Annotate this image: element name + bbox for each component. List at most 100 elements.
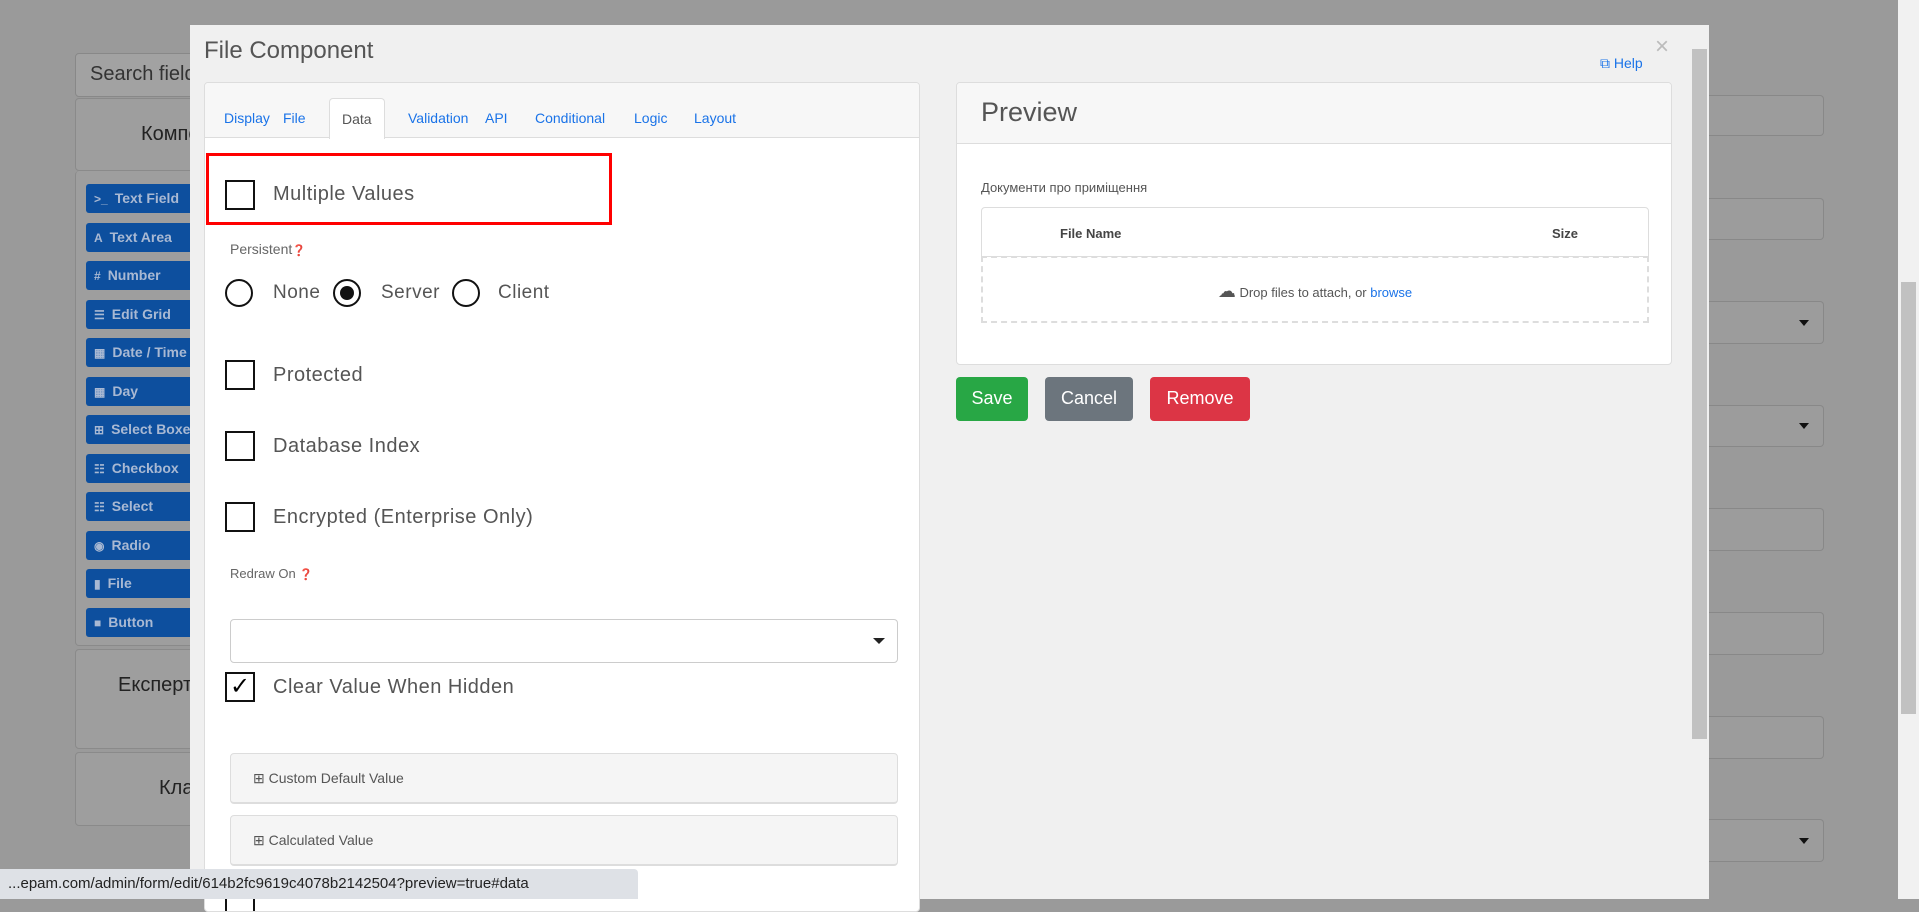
component-label: Checkbox (111, 459, 179, 476)
component-button: A Text Area (86, 222, 206, 252)
preview-panel: Preview Документи про приміщення File Na… (956, 82, 1672, 365)
plus-square-icon: ⊞ (94, 423, 105, 437)
persistent-none-label: None (273, 282, 321, 303)
th-list-icon: ☷ (94, 500, 105, 514)
clear-value-checkbox[interactable]: ✓ (225, 672, 255, 702)
close-button[interactable]: × (1655, 33, 1669, 61)
calendar-icon: ▦ (94, 346, 106, 360)
help-label: Help (1613, 55, 1643, 71)
persistent-client-label: Client (498, 282, 550, 303)
bg-select (1708, 819, 1824, 862)
encrypted-checkbox[interactable] (225, 502, 255, 532)
caret-down-icon (1799, 319, 1809, 326)
custom-default-label: Custom Default Value (268, 770, 404, 786)
settings-panel: Display File Data Validation API Conditi… (204, 82, 920, 912)
cancel-button[interactable]: Cancel (1045, 377, 1133, 421)
component-button: # Number (86, 261, 206, 290)
tab-api[interactable]: API (485, 110, 508, 126)
tab-display[interactable]: Display (224, 110, 270, 126)
calculated-value-panel[interactable]: ⊞ Calculated Value (230, 815, 898, 866)
bg-input (1708, 716, 1824, 759)
bg-input (1708, 95, 1824, 136)
calendar-icon: ▦ (94, 384, 106, 399)
component-label: Select (111, 498, 154, 514)
tab-file[interactable]: File (283, 110, 306, 126)
component-label: Radio (111, 536, 151, 553)
component-label: Day (112, 382, 139, 399)
encrypted-label: Encrypted (Enterprise Only) (273, 506, 534, 528)
bg-input (1708, 612, 1824, 655)
persistent-server-radio[interactable] (333, 279, 361, 307)
tab-bar: Display File Data Validation API Conditi… (205, 83, 919, 139)
component-button: ☷ Checkbox (86, 453, 206, 483)
browse-link[interactable]: browse (1370, 285, 1412, 300)
component-button: ◉ Radio (86, 530, 206, 560)
component-label: Text Field (114, 190, 179, 206)
file-dropzone[interactable]: ☁ Drop files to attach, or browse (981, 256, 1649, 323)
file-component-modal: File Component ⧉ Help × Display File Dat… (190, 25, 1709, 912)
question-circle-icon: ❓ (299, 569, 314, 581)
component-button: ▦ Date / Time (86, 338, 206, 367)
bg-select (1708, 301, 1824, 344)
component-label: Edit Grid (111, 305, 171, 322)
component-button: ■ Button (86, 607, 206, 637)
database-index-label: Database Index (273, 435, 421, 457)
caret-down-icon (1799, 837, 1809, 844)
file-table-header: File Name Size (981, 207, 1649, 257)
persistent-client-radio[interactable] (452, 279, 480, 307)
database-index-checkbox[interactable] (225, 431, 255, 461)
drop-text: Drop files to attach, or (1239, 285, 1367, 300)
caret-down-icon (1799, 423, 1809, 429)
remove-button[interactable]: Remove (1150, 377, 1250, 421)
persistent-label-text: Persistent (230, 241, 293, 257)
tasks-icon: ☰ (94, 307, 105, 322)
plus-square-icon: ⊞ (253, 832, 269, 848)
caret-down-icon (873, 638, 885, 644)
modal-scrollbar-thumb[interactable] (1692, 49, 1707, 739)
size-column: Size (1552, 226, 1579, 241)
file-name-column: File Name (1060, 226, 1122, 241)
component-button: ⊞ Select Boxes (86, 415, 206, 444)
file-icon: ▮ (94, 577, 101, 591)
save-button[interactable]: Save (956, 377, 1028, 421)
component-button: ▮ File (86, 569, 206, 598)
calculated-label: Calculated Value (268, 832, 374, 848)
component-label: Date / Time (112, 344, 187, 360)
bg-input (1708, 508, 1824, 551)
component-label: Text Area (109, 228, 172, 245)
tab-conditional[interactable]: Conditional (535, 110, 605, 126)
multiple-values-checkbox[interactable] (225, 180, 255, 210)
component-label: Button (108, 613, 154, 630)
component-button: >_ Text Field (86, 184, 206, 213)
component-button: ▦ Day (86, 376, 206, 406)
page-scrollbar-thumb[interactable] (1901, 282, 1916, 714)
stop-icon: ■ (94, 615, 102, 630)
tab-data[interactable]: Data (329, 98, 385, 139)
tab-logic[interactable]: Logic (634, 110, 667, 126)
custom-default-value-panel[interactable]: ⊞ Custom Default Value (230, 753, 898, 804)
redraw-on-select[interactable] (230, 619, 898, 663)
persistent-server-label: Server (381, 282, 440, 303)
tab-validation[interactable]: Validation (408, 110, 468, 126)
help-link[interactable]: ⧉ Help (1600, 55, 1643, 72)
external-link-icon: ⧉ (1600, 55, 1614, 71)
protected-checkbox[interactable] (225, 360, 255, 390)
tab-layout[interactable]: Layout (694, 110, 736, 126)
th-list-icon: ☷ (94, 461, 105, 476)
dot-circle-icon: ◉ (94, 538, 105, 553)
question-circle-icon: ❓ (292, 245, 306, 257)
persistent-none-radio[interactable] (225, 279, 253, 307)
clear-value-label: Clear Value When Hidden (273, 676, 515, 698)
component-button: ☷ Select (86, 492, 206, 521)
bg-select (1708, 405, 1824, 447)
persistent-label: Persistent❓ (230, 241, 306, 257)
redraw-on-label: Redraw On ❓ (230, 566, 313, 581)
cloud-upload-icon: ☁ (1217, 281, 1236, 301)
bg-input (1708, 198, 1824, 240)
component-label: Number (107, 267, 161, 283)
plus-square-icon: ⊞ (253, 770, 269, 786)
protected-label: Protected (273, 364, 364, 386)
redraw-on-label-text: Redraw On (230, 566, 296, 581)
component-label: File (107, 575, 132, 591)
multiple-values-label: Multiple Values (273, 183, 415, 205)
